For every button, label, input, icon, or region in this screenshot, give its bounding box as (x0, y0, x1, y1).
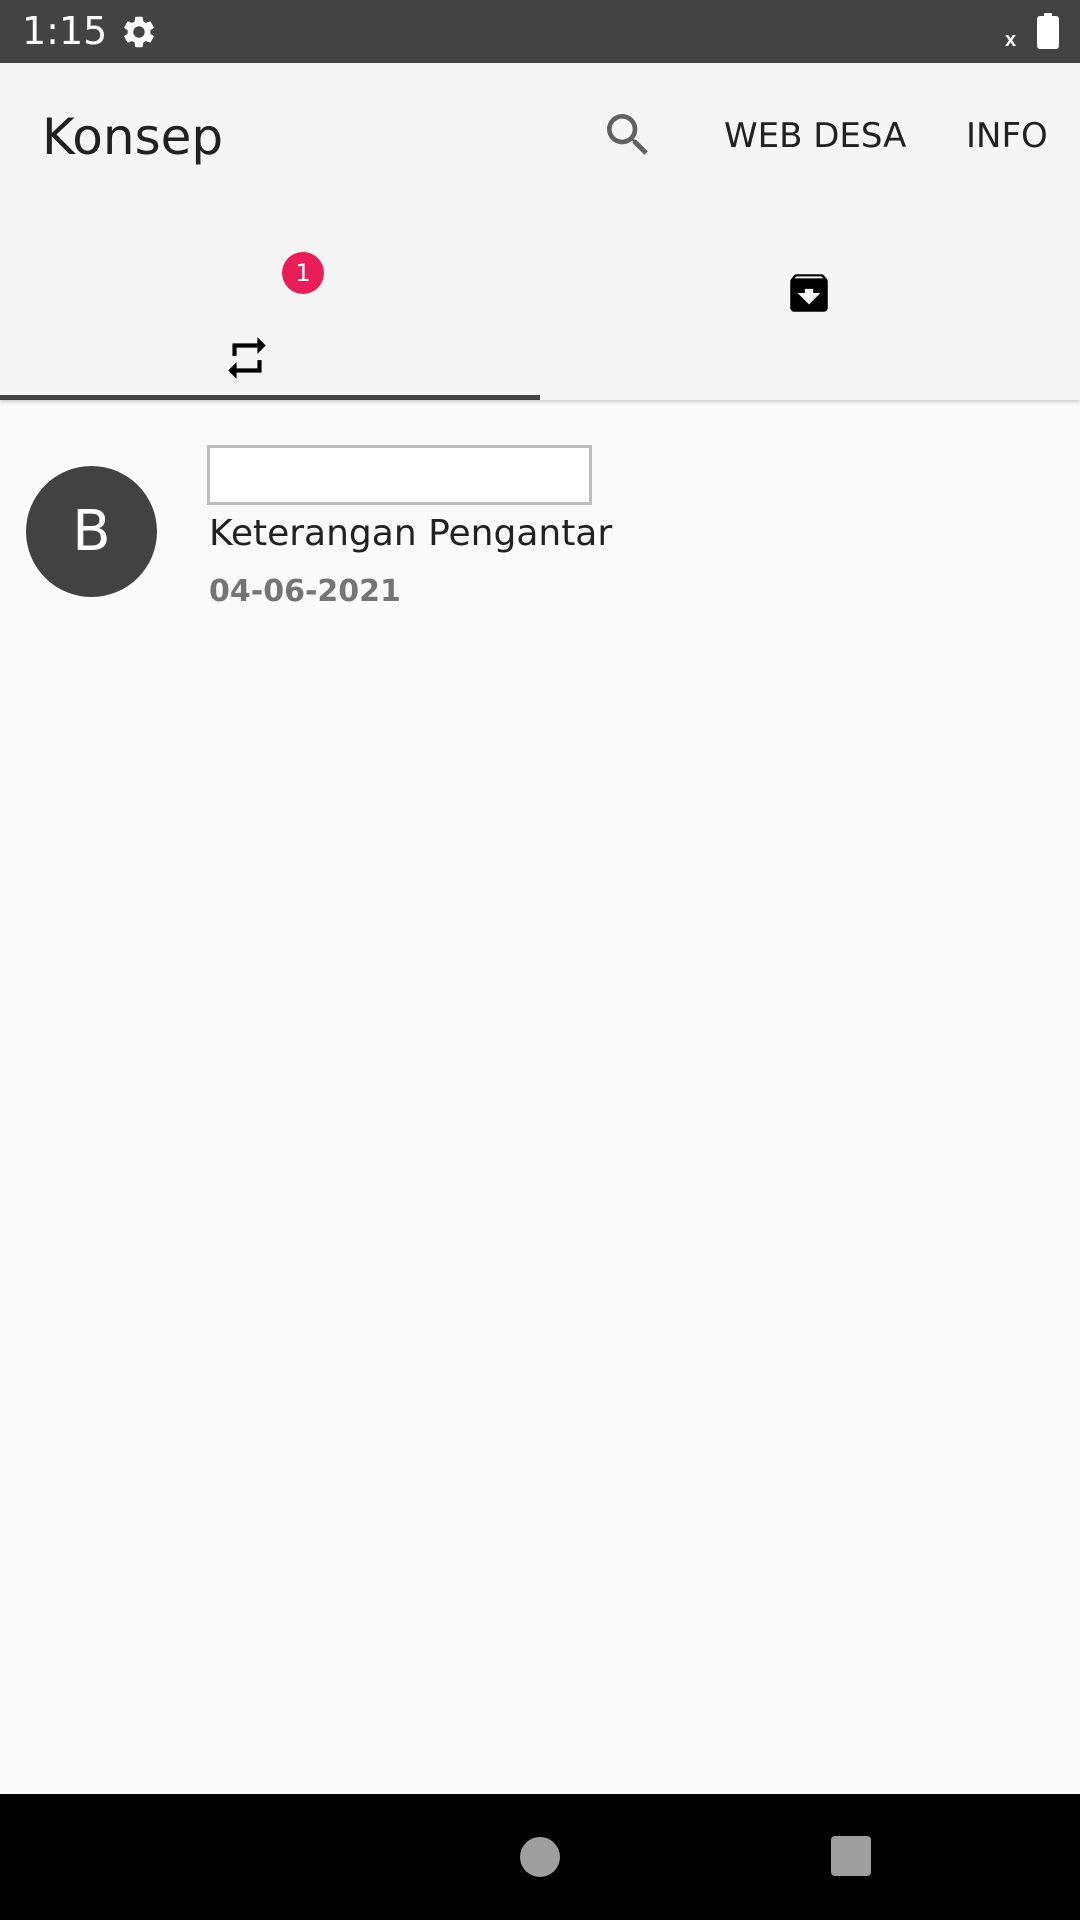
home-button-icon[interactable] (520, 1837, 560, 1877)
item-subtitle: Keterangan Pengantar (209, 513, 613, 554)
page-title: Konsep (42, 108, 224, 166)
item-title-box (207, 445, 592, 505)
status-time: 1:15 (22, 9, 108, 53)
settings-gear-icon (124, 16, 154, 48)
navigation-bar (0, 1794, 1080, 1920)
list-item[interactable]: B Keterangan Pengantar 04-06-2021 (0, 440, 1080, 620)
tab-indicator (0, 395, 540, 400)
no-signal-mark: x (1005, 29, 1017, 51)
archive-download-icon (790, 274, 828, 312)
battery-icon (1037, 13, 1059, 49)
info-button[interactable]: INFO (966, 115, 1048, 157)
app-bar: Konsep WEB DESA INFO (0, 63, 1080, 400)
status-bar: 1:15 x (0, 0, 1080, 63)
item-date: 04-06-2021 (209, 574, 401, 609)
repeat-icon (228, 337, 266, 379)
web-desa-button[interactable]: WEB DESA (724, 115, 906, 157)
avatar: B (26, 466, 157, 597)
tab-outgoing[interactable] (0, 250, 540, 400)
notification-badge: 1 (282, 252, 324, 294)
search-icon[interactable] (600, 107, 656, 163)
recents-button-icon[interactable] (831, 1836, 871, 1876)
